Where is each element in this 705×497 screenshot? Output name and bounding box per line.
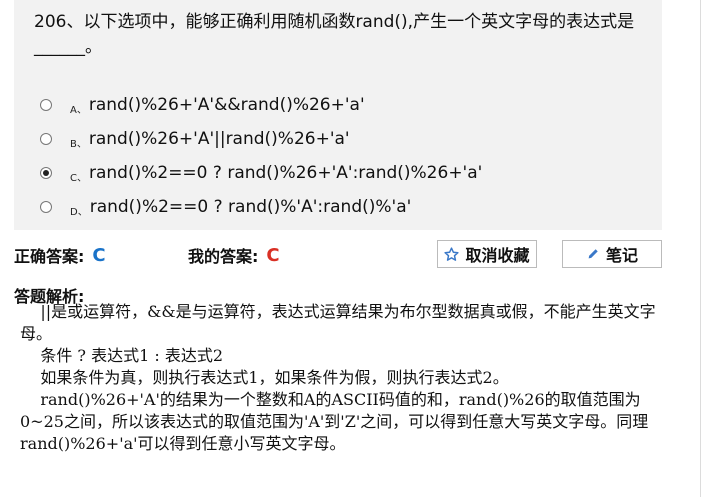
option-a[interactable]: A、 rand()%26+'A'&&rand()%26+'a': [40, 92, 365, 118]
option-d-letter: D、: [70, 206, 88, 218]
unfavorite-label: 取消收藏: [465, 246, 530, 265]
option-c[interactable]: C、 rand()%2==0 ? rand()%26+'A':rand()%26…: [40, 160, 482, 186]
my-answer: 我的答案: C: [188, 243, 280, 267]
notes-button[interactable]: 笔记: [562, 240, 662, 268]
correct-answer-label: 正确答案:: [14, 247, 85, 266]
my-answer-value: C: [266, 244, 280, 266]
option-a-radio[interactable]: [40, 99, 52, 111]
option-a-letter: A、: [70, 104, 87, 116]
option-b-text: rand()%26+'A'||rand()%26+'a': [88, 129, 350, 149]
unfavorite-button[interactable]: 取消收藏: [437, 240, 537, 268]
question-title: 206、以下选项中，能够正确利用随机函数rand(),产生一个英文字母的表达式是…: [34, 12, 635, 57]
option-d[interactable]: D、 rand()%2==0 ? rand()%'A':rand()%'a': [40, 194, 411, 220]
correct-answer-value: C: [92, 244, 106, 266]
my-answer-label: 我的答案:: [188, 247, 259, 266]
question-panel: 206、以下选项中，能够正确利用随机函数rand(),产生一个英文字母的表达式是…: [14, 0, 662, 230]
option-d-text: rand()%2==0 ? rand()%'A':rand()%'a': [89, 197, 412, 217]
option-d-radio[interactable]: [40, 201, 52, 213]
notes-label: 笔记: [605, 246, 638, 265]
option-a-text: rand()%26+'A'&&rand()%26+'a': [88, 95, 365, 115]
option-b-radio[interactable]: [40, 133, 52, 145]
option-c-text: rand()%2==0 ? rand()%26+'A':rand()%26+'a…: [88, 163, 483, 183]
pencil-icon: [586, 247, 600, 261]
correct-answer: 正确答案: C: [14, 243, 106, 267]
analysis-text: ||是或运算符，&&是与运算符，表达式运算结果为布尔型数据真或假，不能产生英文字…: [20, 302, 656, 453]
option-c-letter: C、: [70, 172, 87, 184]
option-b-letter: B、: [70, 138, 87, 150]
option-c-radio[interactable]: [40, 167, 52, 179]
star-icon: [444, 246, 460, 262]
option-b[interactable]: B、 rand()%26+'A'||rand()%26+'a': [40, 126, 350, 152]
panel-divider: [700, 0, 701, 497]
